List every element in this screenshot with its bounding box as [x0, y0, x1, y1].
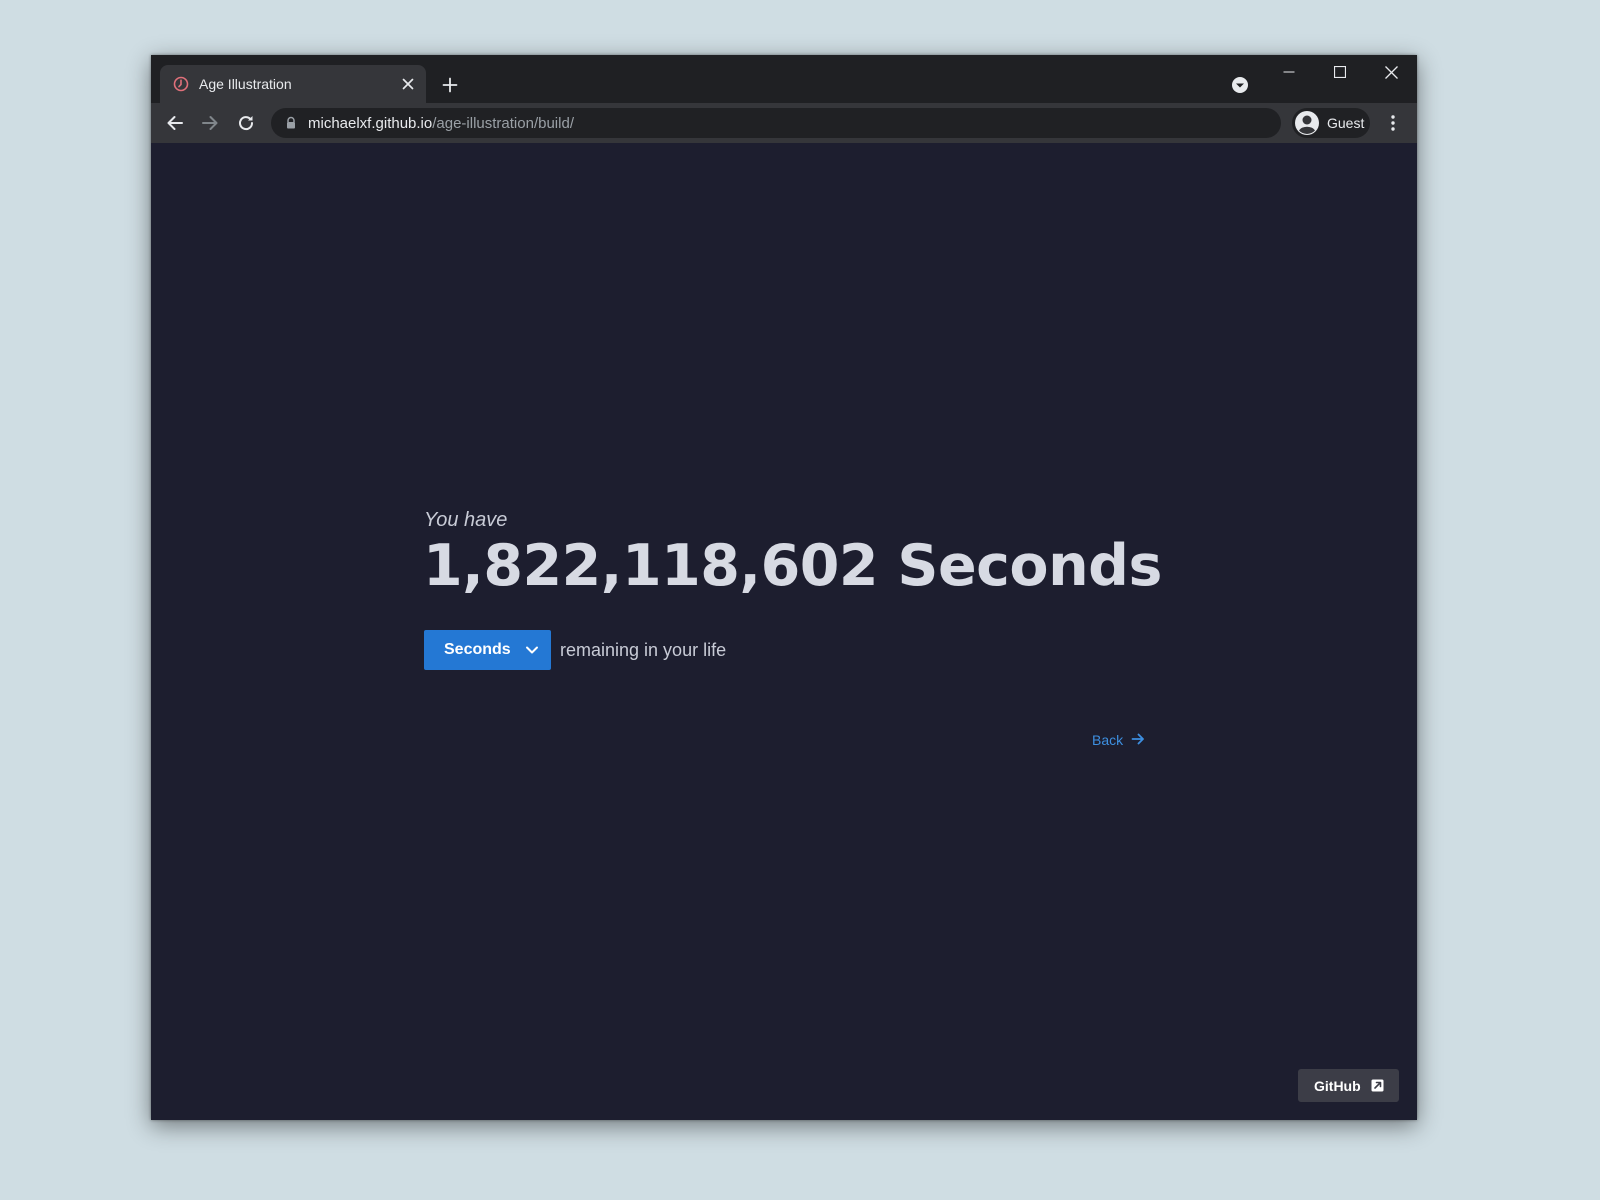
- github-label: GitHub: [1314, 1077, 1361, 1094]
- avatar-icon: [1294, 110, 1320, 136]
- url-text[interactable]: michaelxf.github.io/age-illustration/bui…: [308, 115, 574, 132]
- chevron-down-icon: [524, 642, 540, 658]
- close-icon[interactable]: [1368, 59, 1414, 85]
- close-icon[interactable]: [399, 75, 417, 93]
- arrow-right-icon: [1131, 732, 1147, 748]
- reload-icon[interactable]: [233, 110, 259, 136]
- kebab-menu-icon[interactable]: [1381, 110, 1405, 136]
- address-bar[interactable]: michaelxf.github.io/age-illustration/bui…: [271, 108, 1281, 138]
- tab-strip: Age Illustration: [151, 55, 1417, 103]
- back-link[interactable]: Back: [1092, 732, 1147, 748]
- clock-icon: [173, 76, 189, 92]
- page-content: You have 1,822,118,602 Seconds Seconds r…: [151, 143, 1417, 1120]
- browser-window: Age Illustration michaelxf.github.io/age…: [151, 55, 1417, 1120]
- intro-text: You have: [424, 509, 508, 531]
- arrow-right-icon[interactable]: [197, 110, 223, 136]
- remaining-suffix: remaining in your life: [560, 640, 727, 660]
- external-link-icon: [1371, 1079, 1384, 1092]
- maximize-icon[interactable]: [1317, 59, 1363, 85]
- remaining-value: 1,822,118,602 Seconds: [423, 533, 1162, 599]
- chevron-down-circle-icon[interactable]: [1229, 74, 1251, 96]
- tab-age-illustration[interactable]: Age Illustration: [160, 65, 426, 103]
- plus-icon[interactable]: [438, 73, 462, 97]
- minimize-icon[interactable]: [1266, 59, 1312, 85]
- back-label: Back: [1092, 732, 1124, 748]
- unit-selected-label: Seconds: [444, 641, 511, 658]
- tab-title: Age Illustration: [199, 76, 292, 92]
- lock-icon[interactable]: [284, 116, 298, 130]
- profile-button[interactable]: Guest: [1292, 108, 1370, 138]
- url-host: michaelxf.github.io: [308, 114, 433, 132]
- url-path: /age-illustration/build/: [432, 114, 574, 132]
- profile-label: Guest: [1327, 115, 1365, 131]
- unit-dropdown[interactable]: Seconds: [424, 630, 551, 670]
- github-button[interactable]: GitHub: [1298, 1069, 1399, 1102]
- arrow-left-icon[interactable]: [162, 110, 188, 136]
- browser-toolbar: michaelxf.github.io/age-illustration/bui…: [151, 103, 1417, 143]
